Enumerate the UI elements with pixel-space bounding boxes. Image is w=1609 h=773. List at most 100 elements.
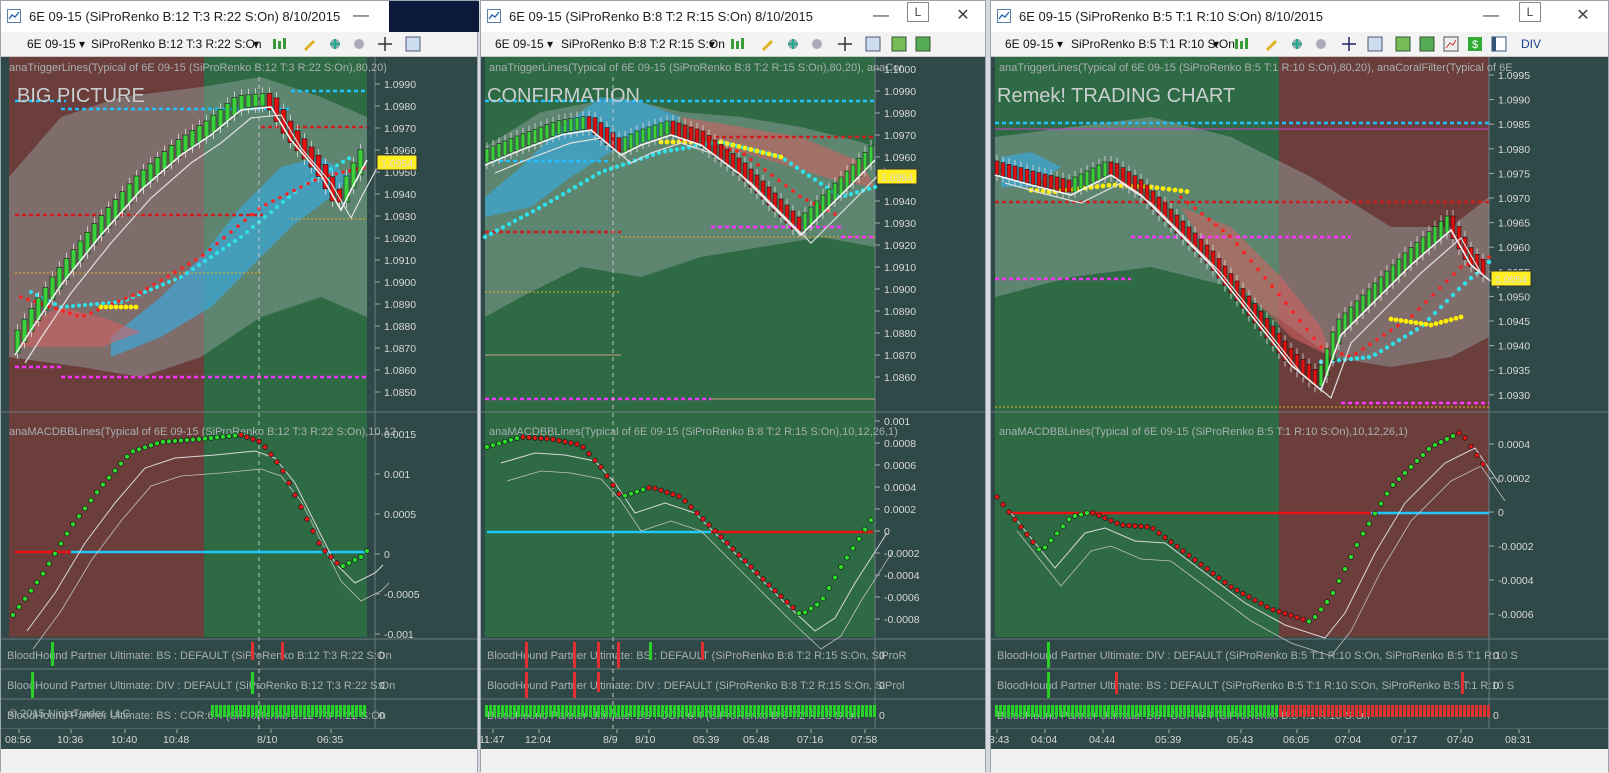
chevron-down-icon[interactable]: ▾ <box>79 37 85 51</box>
crosshair-icon[interactable] <box>377 36 393 52</box>
pencil-icon[interactable] <box>759 36 775 52</box>
chart-canvas[interactable]: anaTriggerLines(Typical of 6E 09-15 (SiP… <box>1 57 477 773</box>
bloodhound-bar <box>279 705 282 717</box>
chart-canvas[interactable]: anaTriggerLines(Typical of 6E 09-15 (SiP… <box>991 57 1608 773</box>
bloodhound-bar <box>577 705 580 717</box>
bloodhound-bar <box>323 705 326 717</box>
chart-icon[interactable] <box>1443 36 1459 52</box>
bloodhound-bar <box>1439 705 1442 717</box>
bloodhound-bar <box>565 705 568 717</box>
zoom-icon[interactable] <box>1367 36 1383 52</box>
bloodhound-bar <box>355 705 358 717</box>
macd-dot <box>640 486 646 493</box>
macd-dot <box>16 604 22 610</box>
trigger-line-dot <box>166 274 170 279</box>
bloodhound-bar <box>267 705 270 717</box>
bloodhound-bar <box>295 705 298 717</box>
renko-bar <box>694 128 700 144</box>
chevron-down-icon[interactable]: ▾ <box>709 37 715 51</box>
zoom-icon[interactable] <box>405 36 421 52</box>
bloodhound-bar <box>1151 705 1154 717</box>
trigger-line-dot <box>263 215 267 219</box>
strategy-icon[interactable] <box>809 36 825 52</box>
properties-icon[interactable] <box>891 36 907 52</box>
time-tick-label: 05:39 <box>1155 734 1181 746</box>
macd-dot <box>1432 442 1438 448</box>
instrument-selector[interactable]: 6E 09-15 <box>495 37 544 51</box>
add-indicator-icon[interactable] <box>1289 36 1305 52</box>
close-icon[interactable]: ✕ <box>949 5 977 27</box>
bloodhound-bar <box>697 705 700 717</box>
trigger-line-dot <box>131 293 135 298</box>
bloodhound-bar <box>1311 705 1314 717</box>
renko-bar <box>1360 294 1366 314</box>
crosshair-icon[interactable] <box>837 36 853 52</box>
add-indicator-icon[interactable] <box>327 36 343 52</box>
strategy-icon[interactable] <box>351 36 367 52</box>
bar-style-icon[interactable] <box>271 36 287 52</box>
bartype-selector[interactable]: SiProRenko B:8 T:2 R:15 S:On <box>561 37 725 51</box>
macd-dot <box>538 435 544 442</box>
panel-icon[interactable] <box>1491 36 1507 52</box>
pencil-icon[interactable] <box>1263 36 1279 52</box>
bloodhound-bar <box>861 705 864 717</box>
macd-dot <box>262 444 268 450</box>
properties-icon[interactable] <box>1395 36 1411 52</box>
bloodhound-label: BloodHound Partner Ultimate: DIV : DEFAU… <box>7 680 395 692</box>
price-tick-label: 1.0940 <box>1498 341 1530 353</box>
time-tick-label: 10:36 <box>57 734 83 746</box>
chevron-down-icon[interactable]: ▾ <box>1213 37 1219 51</box>
bloodhound-bar <box>1275 705 1278 717</box>
dollar-icon[interactable]: $ <box>1467 36 1483 52</box>
chevron-down-icon[interactable]: ▾ <box>1057 37 1063 51</box>
macd-dot <box>700 516 706 522</box>
renko-bar <box>1012 165 1018 180</box>
pencil-icon[interactable] <box>301 36 317 52</box>
bloodhound-zero-label: 0 <box>379 710 385 722</box>
bloodhound-bar <box>609 705 612 717</box>
trigger-line-dot <box>748 147 754 152</box>
data-box-icon[interactable] <box>1419 36 1435 52</box>
macd-dot <box>1102 515 1108 521</box>
trigger-line-dot <box>542 202 548 207</box>
lock-icon[interactable]: L <box>907 2 929 22</box>
bloodhound-label: BloodHound Partner Ultimate: BS : DEFAUL… <box>997 680 1514 692</box>
data-box-icon[interactable] <box>915 36 931 52</box>
macd-dot <box>562 439 568 445</box>
time-tick-label: 8/10 <box>257 734 278 746</box>
bartype-selector[interactable]: SiProRenko B:5 T:1 R:10 S:On <box>1071 37 1235 51</box>
instrument-selector[interactable]: 6E 09-15 <box>1005 37 1054 51</box>
div-button[interactable]: DIV <box>1521 37 1541 51</box>
macd-dot <box>58 540 64 547</box>
strategy-icon[interactable] <box>1313 36 1329 52</box>
bloodhound-bar <box>849 705 852 717</box>
bloodhound-bar <box>777 705 780 717</box>
add-indicator-icon[interactable] <box>785 36 801 52</box>
renko-bar <box>640 128 646 144</box>
bloodhound-bar <box>1271 705 1274 717</box>
zoom-icon[interactable] <box>865 36 881 52</box>
instrument-selector[interactable]: 6E 09-15 <box>27 37 76 51</box>
minimize-icon[interactable]: — <box>867 5 895 27</box>
renko-bar <box>196 125 203 143</box>
minimize-icon[interactable]: — <box>347 5 375 27</box>
chart-canvas[interactable]: anaTriggerLines(Typical of 6E 09-15 (SiP… <box>481 57 985 773</box>
lock-icon[interactable]: L <box>1519 2 1541 22</box>
bloodhound-bar <box>259 705 262 717</box>
macd-dot <box>550 436 556 443</box>
chevron-down-icon[interactable]: ▾ <box>253 37 259 51</box>
bartype-selector[interactable]: SiProRenko B:12 T:3 R:22 S:On <box>91 37 262 51</box>
bloodhound-bar <box>1147 705 1150 717</box>
close-icon[interactable]: ✕ <box>1569 5 1597 27</box>
trigger-line-dot <box>800 169 806 174</box>
bloodhound-zero-label: 0 <box>1493 650 1499 662</box>
bar-style-icon[interactable] <box>1233 36 1249 52</box>
macd-dot <box>862 526 868 533</box>
crosshair-icon[interactable] <box>1341 36 1357 52</box>
bar-style-icon[interactable] <box>729 36 745 52</box>
minimize-icon[interactable]: — <box>1477 5 1505 27</box>
chevron-down-icon[interactable]: ▾ <box>547 37 553 51</box>
macd-dot <box>1060 523 1066 530</box>
bloodhound-bar <box>1007 705 1010 717</box>
macd-dot <box>724 540 730 546</box>
